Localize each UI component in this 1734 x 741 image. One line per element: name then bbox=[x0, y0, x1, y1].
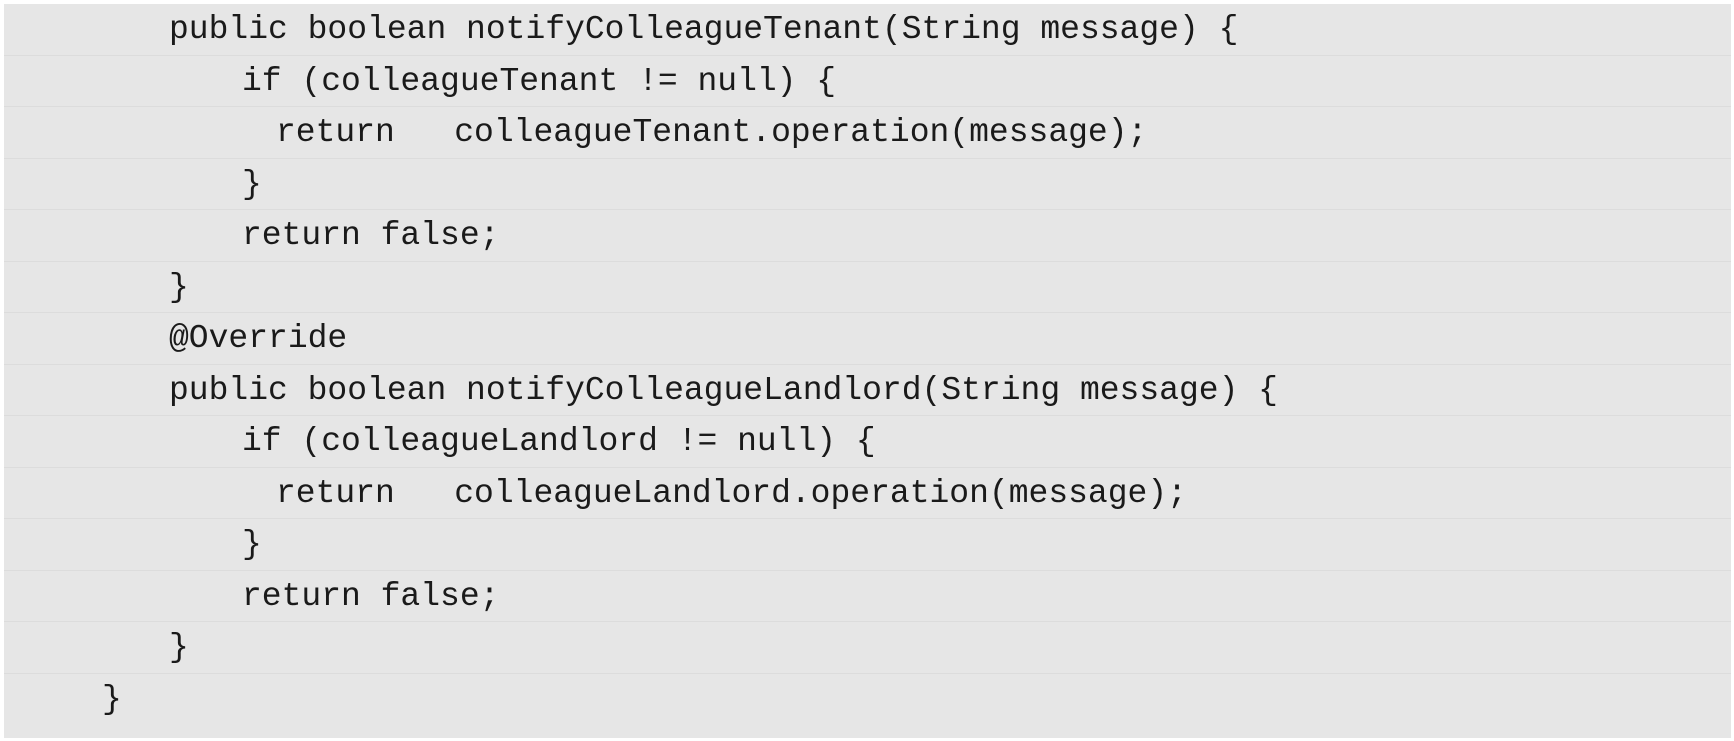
code-line-text: if (colleagueLandlord != null) { bbox=[242, 423, 876, 460]
code-line-text: return false; bbox=[242, 577, 500, 615]
code-line-4: } bbox=[4, 159, 1731, 210]
code-line-5: return false; bbox=[4, 210, 1731, 262]
code-line-8: public boolean notifyColleagueLandlord(S… bbox=[4, 365, 1731, 416]
code-line-2: if (colleagueTenant != null) { bbox=[4, 56, 1731, 107]
code-line-text: if (colleagueTenant != null) { bbox=[242, 62, 837, 100]
code-line-text: public boolean notifyColleagueLandlord(S… bbox=[169, 371, 1278, 409]
code-line-text: } bbox=[169, 629, 189, 666]
code-line-6: } bbox=[4, 262, 1731, 313]
code-line-13: } bbox=[4, 622, 1731, 674]
code-line-7: @Override bbox=[4, 313, 1731, 365]
code-line-text: return colleagueLandlord.operation(messa… bbox=[276, 474, 1187, 512]
code-line-text: } bbox=[102, 680, 122, 718]
code-line-text: } bbox=[242, 526, 262, 563]
code-line-1: public boolean notifyColleagueTenant(Str… bbox=[4, 4, 1731, 56]
code-line-11: } bbox=[4, 519, 1731, 571]
code-line-10: return colleagueLandlord.operation(messa… bbox=[4, 468, 1731, 519]
code-line-text: } bbox=[169, 268, 189, 306]
code-line-text: return colleagueTenant.operation(message… bbox=[276, 114, 1148, 151]
code-line-3: return colleagueTenant.operation(message… bbox=[4, 107, 1731, 159]
code-line-text: } bbox=[242, 165, 262, 203]
code-line-text: return false; bbox=[242, 217, 500, 254]
code-line-14: } bbox=[4, 674, 1731, 726]
code-line-12: return false; bbox=[4, 571, 1731, 622]
code-line-text: @Override bbox=[169, 320, 348, 357]
code-block: public boolean notifyColleagueTenant(Str… bbox=[4, 4, 1731, 738]
code-line-9: if (colleagueLandlord != null) { bbox=[4, 416, 1731, 468]
code-line-text: public boolean notifyColleagueTenant(Str… bbox=[169, 11, 1239, 48]
